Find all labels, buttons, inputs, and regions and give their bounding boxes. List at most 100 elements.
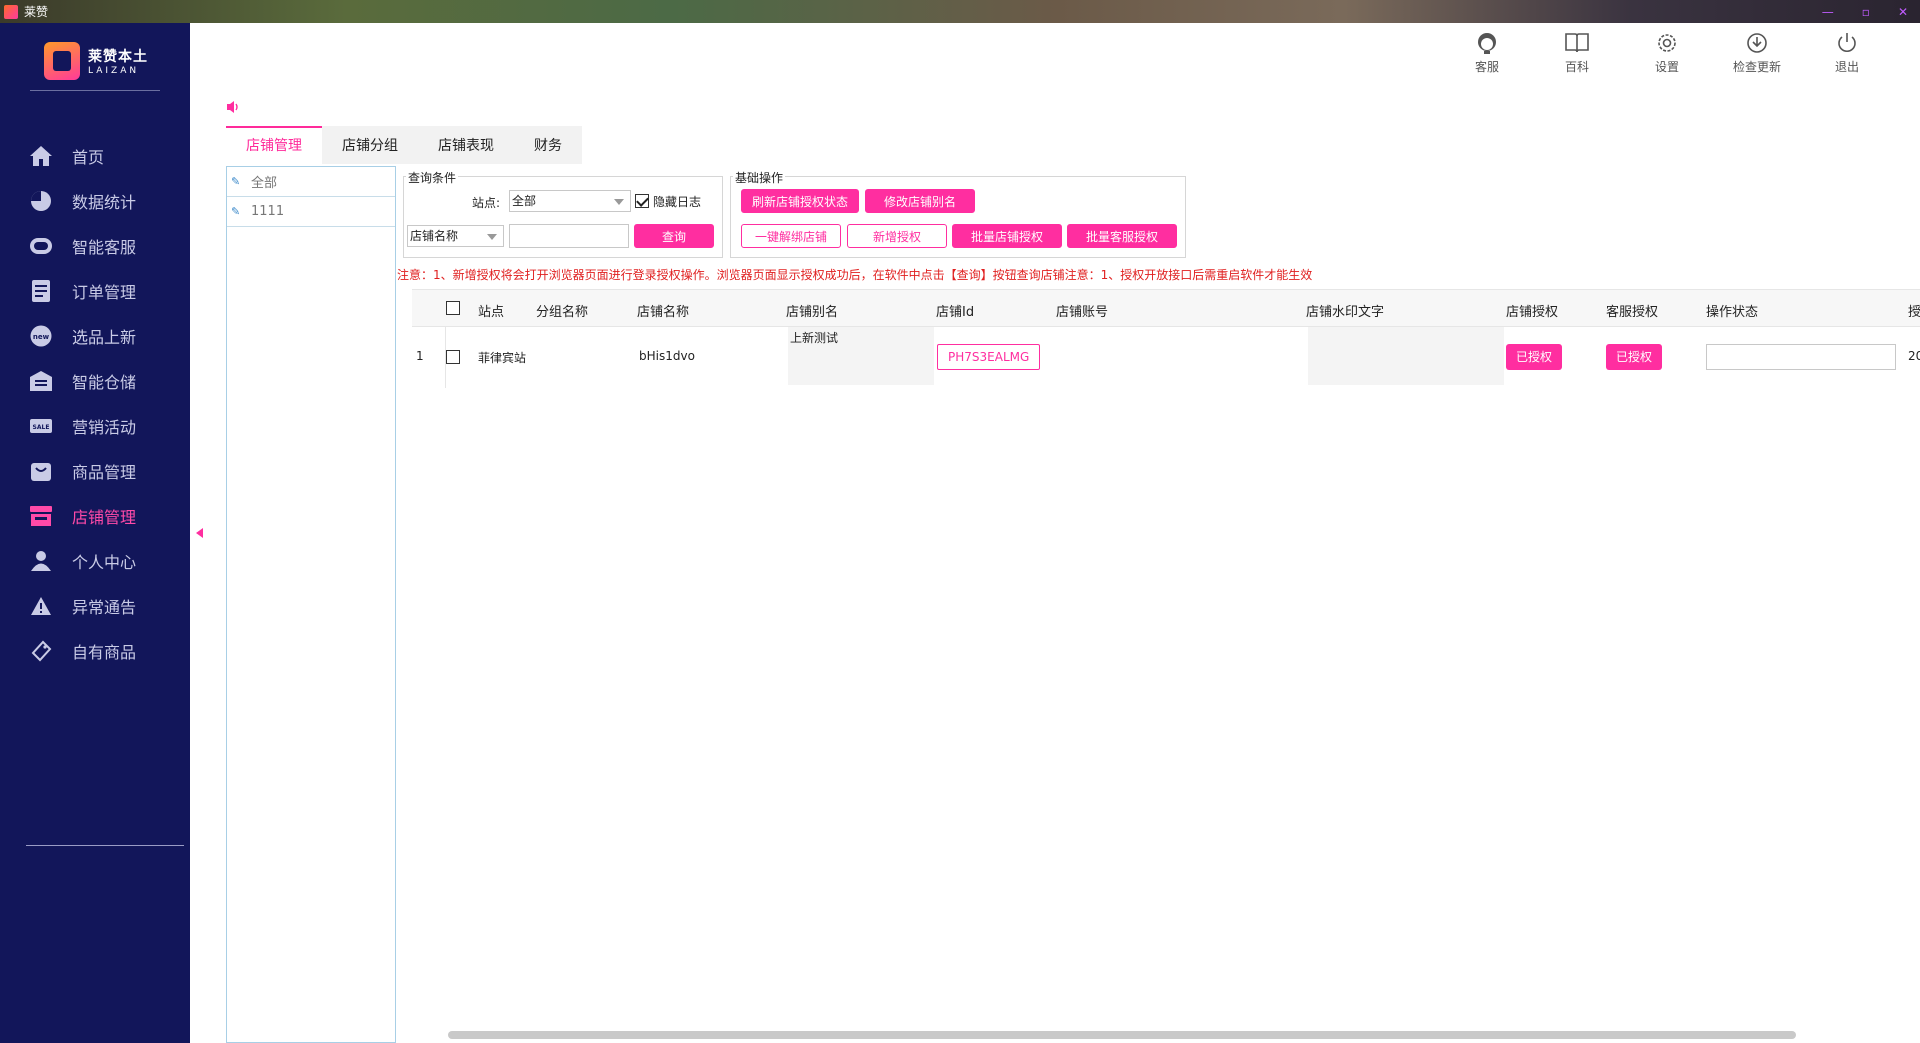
- restore-button[interactable]: ▫: [1862, 5, 1870, 19]
- brand-name-en: LAIZAN: [88, 66, 140, 76]
- sidebar-item-alerts[interactable]: 异常通告: [0, 583, 190, 628]
- toolbar-label: 检查更新: [1732, 60, 1781, 74]
- tab-store-management[interactable]: 店铺管理: [226, 126, 322, 164]
- sidebar-item-smart-cs[interactable]: 智能客服: [0, 223, 190, 268]
- tab-store-groups[interactable]: 店铺分组: [322, 126, 418, 164]
- sidebar-item-label: 个人中心: [72, 552, 137, 572]
- cs-auth-button[interactable]: 已授权: [1606, 344, 1663, 370]
- support-agent-icon: [1475, 30, 1499, 56]
- sidebar-item-label: 选品上新: [72, 327, 137, 347]
- clipboard-icon: [28, 278, 54, 304]
- tab-finance[interactable]: 财务: [514, 126, 582, 164]
- logout-button[interactable]: 退出: [1802, 30, 1892, 75]
- customer-service-button[interactable]: 客服: [1442, 30, 1532, 75]
- ops-legend: 基础操作: [733, 169, 786, 186]
- sidebar-item-products[interactable]: 商品管理: [0, 448, 190, 493]
- column-header: 授: [1908, 305, 1920, 320]
- sidebar-item-profile[interactable]: 个人中心: [0, 538, 190, 583]
- warning-icon: [28, 593, 54, 619]
- sidebar-item-own-products[interactable]: 自有商品: [0, 628, 190, 673]
- chevron-down-icon: [487, 234, 497, 240]
- tab-bar: 店铺管理 店铺分组 店铺表现 财务: [226, 126, 582, 164]
- column-header: 店铺账号: [1056, 305, 1109, 320]
- store-auth-button[interactable]: 已授权: [1506, 344, 1563, 370]
- power-icon: [1836, 30, 1858, 56]
- pencil-icon: ✎: [231, 205, 241, 218]
- refresh-auth-status-button[interactable]: 刷新店铺授权状态: [741, 189, 859, 213]
- gear-icon: [1656, 30, 1678, 56]
- alias-cell[interactable]: 上新测试: [788, 327, 934, 385]
- sidebar-item-marketing[interactable]: SALE 营销活动: [0, 403, 190, 448]
- store-name-cell: bHis1dvo: [639, 349, 695, 363]
- select-all-checkbox[interactable]: [446, 301, 460, 315]
- column-header: 店铺授权: [1506, 305, 1559, 320]
- op-status-field[interactable]: [1706, 344, 1896, 370]
- table-row[interactable]: 1 菲律宾站 bHis1dvo 上新测试 PH7S3EALMG 已授权 已授权 …: [412, 327, 1920, 387]
- site-select[interactable]: 全部: [509, 190, 631, 212]
- row-checkbox[interactable]: [446, 350, 460, 364]
- hide-log-label: 隐藏日志: [653, 195, 702, 209]
- title-bar: 莱赞 — ▫ ✕: [0, 0, 1920, 23]
- column-header: 店铺名称: [637, 305, 690, 320]
- sidebar-item-warehouse[interactable]: 智能仓储: [0, 358, 190, 403]
- edit-store-alias-button[interactable]: 修改店铺别名: [865, 189, 975, 213]
- tab-store-performance[interactable]: 店铺表现: [418, 126, 514, 164]
- chat-icon: [28, 233, 54, 259]
- store-id-cell[interactable]: PH7S3EALMG: [937, 344, 1041, 370]
- query-button[interactable]: 查询: [634, 224, 714, 248]
- column-header: 操作状态: [1706, 305, 1759, 320]
- encyclopedia-button[interactable]: 百科: [1532, 30, 1622, 75]
- notice-text: 注意：1、新增授权将会打开浏览器页面进行登录授权操作。浏览器页面显示授权成功后，…: [397, 268, 1313, 282]
- unbind-store-button[interactable]: 一键解绑店铺: [741, 224, 841, 248]
- hide-log-checkbox[interactable]: [635, 194, 649, 208]
- batch-cs-auth-button[interactable]: 批量客服授权: [1067, 224, 1177, 248]
- window-controls: — ▫ ✕: [1822, 0, 1908, 23]
- app-icon: [4, 4, 18, 19]
- toolbar-label: 设置: [1654, 60, 1679, 74]
- sidebar-item-stats[interactable]: 数据统计: [0, 178, 190, 223]
- sidebar-item-label: 智能仓储: [72, 372, 137, 392]
- horizontal-scrollbar[interactable]: [448, 1031, 1796, 1039]
- svg-text:SALE: SALE: [33, 424, 50, 431]
- sidebar-item-home[interactable]: 首页: [0, 133, 190, 178]
- window-title: 莱赞: [24, 5, 49, 19]
- search-input[interactable]: [509, 224, 629, 248]
- query-legend: 查询条件: [406, 169, 459, 186]
- field-select[interactable]: 店铺名称: [407, 225, 504, 247]
- brand-logo: 莱赞本土 LAIZAN: [44, 39, 164, 83]
- logo-mark-icon: [44, 42, 80, 80]
- sidebar-item-label: 智能客服: [72, 237, 137, 257]
- close-button[interactable]: ✕: [1898, 5, 1908, 19]
- sidebar-item-label: 营销活动: [72, 417, 137, 437]
- book-icon: [1564, 30, 1590, 56]
- speaker-icon[interactable]: [226, 100, 242, 118]
- sidebar-item-store-management[interactable]: 店铺管理: [0, 493, 190, 538]
- new-badge-icon: new: [28, 323, 54, 349]
- watermark-cell[interactable]: [1308, 327, 1504, 385]
- row-index: 1: [416, 349, 424, 363]
- group-item-all[interactable]: ✎ 全部: [227, 167, 395, 197]
- new-auth-button[interactable]: 新增授权: [847, 224, 947, 248]
- home-icon: [28, 143, 54, 169]
- table-header: 站点 分组名称 店铺名称 店铺别名 店铺Id 店铺账号 店铺水印文字 店铺授权 …: [412, 289, 1920, 327]
- sidebar-item-orders[interactable]: 订单管理: [0, 268, 190, 313]
- chevron-down-icon: [614, 199, 624, 205]
- sidebar-item-label: 店铺管理: [72, 507, 137, 527]
- site-label: 站点:: [472, 196, 501, 210]
- sidebar-item-new-products[interactable]: new 选品上新: [0, 313, 190, 358]
- collapse-arrow-icon[interactable]: [196, 528, 203, 538]
- user-icon: [28, 548, 54, 574]
- sale-tag-icon: SALE: [28, 413, 54, 439]
- column-header: 店铺Id: [936, 305, 975, 320]
- svg-text:new: new: [33, 333, 50, 341]
- sidebar: 莱赞本土 LAIZAN 首页 数据统计 智能客服 订单管理 new 选品上新 智…: [0, 23, 190, 1043]
- minimize-button[interactable]: —: [1822, 5, 1834, 19]
- settings-button[interactable]: 设置: [1622, 30, 1712, 75]
- toolbar-label: 百科: [1564, 60, 1589, 74]
- tag-icon: [28, 638, 54, 664]
- check-update-button[interactable]: 检查更新: [1712, 30, 1802, 75]
- download-icon: [1746, 30, 1768, 56]
- batch-store-auth-button[interactable]: 批量店铺授权: [952, 224, 1062, 248]
- auth-time-cell: 20: [1908, 349, 1920, 363]
- group-item-1111[interactable]: ✎ 1111: [227, 197, 395, 227]
